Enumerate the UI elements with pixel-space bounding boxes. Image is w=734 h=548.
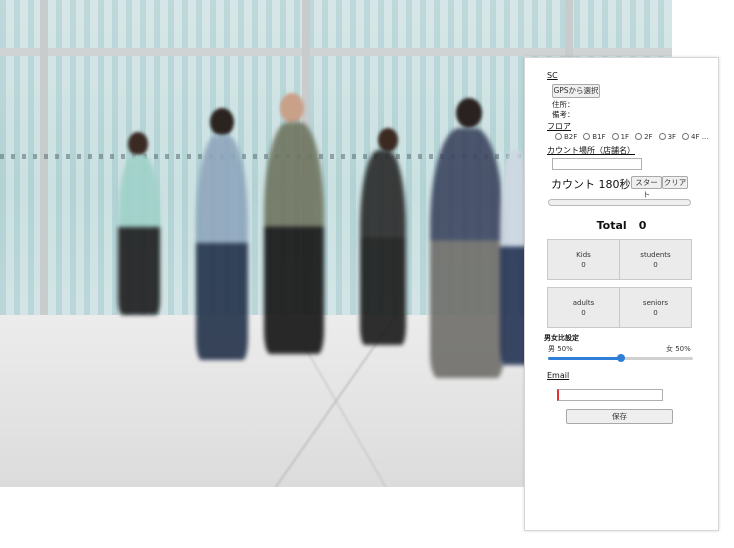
floor-option-b1f[interactable]: B1F — [583, 133, 606, 141]
radio-icon[interactable] — [611, 133, 619, 140]
tile-count: 0 — [581, 261, 586, 269]
adults-counter-tile[interactable]: adults 0 — [547, 287, 620, 328]
floor-option-4f[interactable]: 4F ... — [682, 133, 708, 141]
tile-count: 0 — [653, 309, 658, 317]
radio-icon[interactable] — [682, 133, 690, 140]
radio-icon[interactable] — [583, 133, 591, 140]
pedestrian — [118, 155, 160, 315]
start-button[interactable]: スタート — [631, 176, 662, 199]
total-label: Total — [596, 219, 627, 232]
gender-ratio-title: 男女比設定 — [544, 334, 579, 342]
tile-count: 0 — [581, 309, 586, 317]
pedestrian-head — [456, 98, 482, 128]
clear-button[interactable]: クリア — [662, 176, 688, 189]
email-link[interactable]: Email — [547, 371, 569, 380]
pedestrian — [430, 128, 504, 378]
pedestrian — [264, 122, 324, 354]
pedestrian-head — [210, 108, 234, 136]
female-ratio-label: 女 50% — [666, 345, 691, 353]
tile-label: adults — [572, 299, 595, 307]
counter-panel: SC GPSから選択 住所： 備考： フロア B2F B1F 1F 2F 3F … — [524, 57, 719, 531]
email-input[interactable] — [557, 389, 663, 401]
kids-counter-tile[interactable]: Kids 0 — [547, 239, 620, 280]
tile-label: seniors — [642, 299, 669, 307]
count-progress-bar — [548, 199, 691, 206]
floor-option-b2f[interactable]: B2F — [555, 133, 577, 141]
remarks-label: 備考： — [552, 110, 575, 119]
floor-link[interactable]: フロア — [547, 121, 571, 132]
tile-label: Kids — [576, 251, 591, 259]
floor-radio-group: B2F B1F 1F 2F 3F 4F ... — [555, 133, 708, 141]
male-ratio-label: 男 50% — [548, 345, 573, 353]
window-mullion — [40, 0, 48, 320]
pedestrian — [196, 135, 248, 360]
count-place-link[interactable]: カウント場所（店舗名） — [547, 145, 635, 156]
sc-link[interactable]: SC — [547, 71, 558, 80]
count-timer-text: カウント 180秒 — [551, 178, 631, 191]
pedestrian-head — [280, 93, 304, 123]
count-place-input[interactable] — [552, 158, 642, 170]
gender-ratio-slider[interactable] — [548, 354, 693, 362]
slider-track-fill — [548, 357, 621, 360]
save-button[interactable]: 保存 — [566, 409, 673, 424]
pedestrian — [360, 150, 406, 345]
total-display: Total 0 — [525, 219, 718, 232]
slider-thumb[interactable] — [616, 354, 625, 362]
gps-select-button[interactable]: GPSから選択 — [552, 84, 600, 98]
total-value: 0 — [638, 219, 647, 232]
floor-option-3f[interactable]: 3F — [658, 133, 676, 141]
students-counter-tile[interactable]: students 0 — [619, 239, 692, 280]
pedestrian-head — [128, 132, 148, 156]
radio-icon[interactable] — [658, 133, 666, 140]
tile-count: 0 — [653, 261, 658, 269]
tile-label: students — [640, 251, 671, 259]
floor-option-1f[interactable]: 1F — [611, 133, 629, 141]
radio-icon[interactable] — [635, 133, 643, 140]
radio-icon[interactable] — [555, 133, 562, 140]
seniors-counter-tile[interactable]: seniors 0 — [619, 287, 692, 328]
floor-option-2f[interactable]: 2F — [635, 133, 653, 141]
pedestrian-head — [378, 128, 398, 152]
